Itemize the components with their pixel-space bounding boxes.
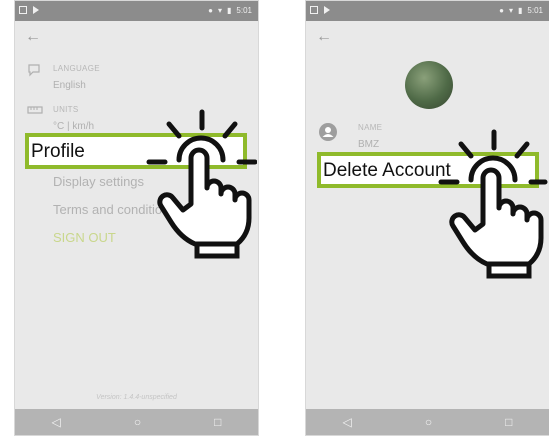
battery-icon: ▮ <box>227 6 232 15</box>
status-time: 5:01 <box>236 6 252 15</box>
pointing-hand-icon <box>438 129 548 279</box>
notification-icon <box>310 6 318 14</box>
version-text: Version: 1.4.4-unspecified <box>96 394 177 401</box>
sign-out-button[interactable]: SIGN OUT <box>53 230 116 245</box>
name-label: NAME <box>358 123 383 132</box>
name-value[interactable]: BMZ <box>358 139 379 150</box>
chat-bubble-icon <box>28 64 40 77</box>
nav-recent-icon[interactable]: □ <box>214 415 221 429</box>
status-bar: ● ▾ ▮ 5:01 <box>306 1 549 21</box>
status-bar: ● ▾ ▮ 5:01 <box>15 1 258 21</box>
wifi-icon: ▾ <box>218 6 223 15</box>
avatar[interactable] <box>405 61 453 109</box>
status-time: 5:01 <box>527 6 543 15</box>
nav-back-icon[interactable]: ◁ <box>343 415 352 429</box>
profile-menu-item[interactable]: Profile <box>31 141 85 163</box>
back-arrow-icon[interactable]: ← <box>25 29 41 45</box>
nav-back-icon[interactable]: ◁ <box>52 415 61 429</box>
play-icon <box>33 6 39 14</box>
system-nav-bar: ◁ ○ □ <box>15 409 258 435</box>
notification-icon <box>19 6 27 14</box>
play-icon <box>324 6 330 14</box>
system-nav-bar: ◁ ○ □ <box>306 409 549 435</box>
menu-item-display-settings[interactable]: Display settings <box>53 174 144 189</box>
units-label: UNITS <box>53 105 79 114</box>
location-icon: ● <box>208 6 213 15</box>
language-value[interactable]: English <box>53 80 86 91</box>
wifi-icon: ▾ <box>509 6 514 15</box>
delete-account-button[interactable]: Delete Account <box>323 160 451 182</box>
language-label: LANGUAGE <box>53 64 100 73</box>
units-value[interactable]: °C | km/h <box>53 121 94 132</box>
nav-home-icon[interactable]: ○ <box>425 415 432 429</box>
location-icon: ● <box>499 6 504 15</box>
battery-icon: ▮ <box>518 6 523 15</box>
nav-recent-icon[interactable]: □ <box>505 415 512 429</box>
pointing-hand-icon <box>146 109 257 259</box>
back-arrow-icon[interactable]: ← <box>316 29 332 45</box>
nav-home-icon[interactable]: ○ <box>134 415 141 429</box>
person-icon <box>319 123 337 141</box>
ruler-icon <box>27 106 43 114</box>
